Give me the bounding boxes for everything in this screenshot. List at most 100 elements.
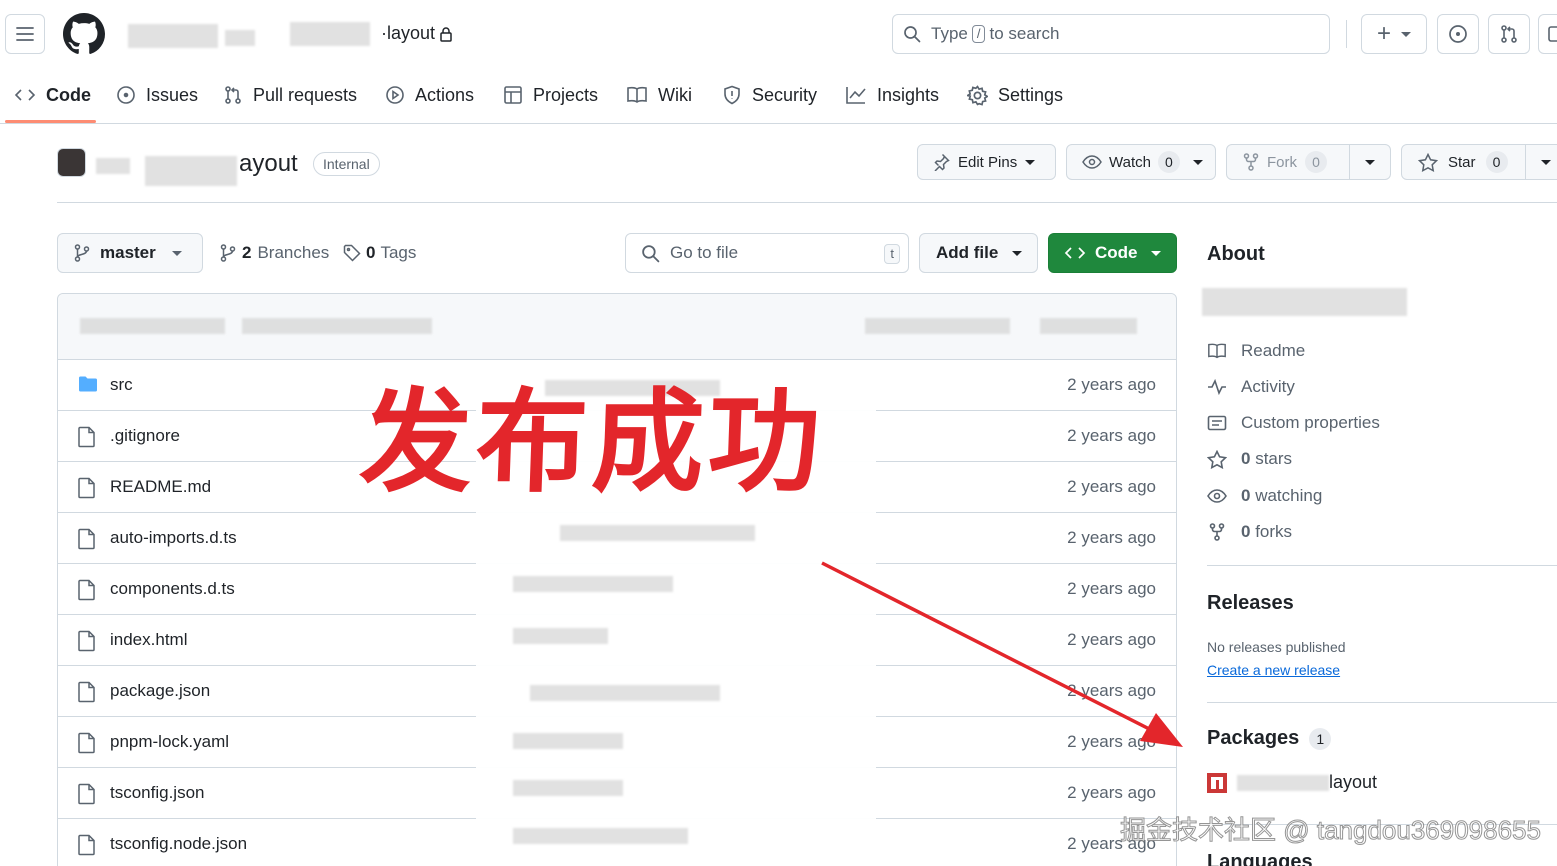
- file-name[interactable]: package.json: [110, 681, 210, 701]
- stars-label: stars: [1255, 449, 1293, 468]
- pull-requests-button[interactable]: [1488, 14, 1530, 54]
- file-name[interactable]: components.d.ts: [110, 579, 235, 599]
- add-file-button[interactable]: Add file: [919, 233, 1038, 273]
- packages-heading: Packages: [1207, 727, 1300, 749]
- watching-link[interactable]: 0 watching: [1207, 486, 1322, 506]
- tab-security[interactable]: Security: [722, 78, 817, 112]
- forks-link[interactable]: 0 forks: [1207, 522, 1292, 542]
- repo-breadcrumb[interactable]: ·layout: [381, 23, 453, 44]
- branches-link[interactable]: 2 Branches: [220, 243, 329, 263]
- search-input[interactable]: Type / to search: [892, 14, 1330, 54]
- activity-link[interactable]: Activity: [1207, 377, 1295, 397]
- releases-heading[interactable]: Releases: [1207, 592, 1294, 615]
- activity-label: Activity: [1241, 377, 1295, 396]
- file-name[interactable]: tsconfig.node.json: [110, 834, 247, 854]
- gear-icon: [967, 84, 988, 106]
- watermark: 掘金技术社区 @ tangdou369098655: [1120, 815, 1542, 846]
- commit-message-redacted-3: [513, 576, 673, 592]
- tab-settings-label: Settings: [998, 84, 1064, 105]
- sidebar-divider-1: [1207, 565, 1557, 566]
- github-logo[interactable]: [63, 13, 105, 55]
- tab-actions[interactable]: Actions: [385, 78, 474, 112]
- chevron-down-icon: [171, 250, 182, 256]
- pulse-icon: [1208, 378, 1226, 396]
- fork-label: Fork: [1267, 153, 1297, 171]
- commit-hash-redacted: [865, 318, 1010, 334]
- git-branch-icon: [74, 244, 90, 262]
- star-label: Star: [1448, 153, 1476, 171]
- pin-icon: [934, 153, 950, 171]
- book-icon: [1208, 343, 1226, 359]
- file-name[interactable]: index.html: [110, 630, 187, 650]
- commit-message-redacted-8: [513, 828, 688, 844]
- file-name[interactable]: src: [110, 375, 133, 395]
- readme-label: Readme: [1241, 341, 1306, 360]
- tab-issues[interactable]: Issues: [116, 78, 198, 112]
- file-name[interactable]: README.md: [110, 477, 211, 497]
- tab-settings[interactable]: Settings: [967, 78, 1063, 112]
- file-updated-time: 2 years ago: [1067, 375, 1156, 394]
- repo-title-redacted-2: [145, 156, 237, 186]
- readme-link[interactable]: Readme: [1207, 341, 1305, 361]
- file-updated-time: 2 years ago: [1067, 783, 1156, 802]
- success-headline-overlay: 发布成功: [357, 378, 827, 508]
- star-button[interactable]: Star 0: [1401, 144, 1526, 180]
- package-item[interactable]: layout: [1207, 772, 1377, 793]
- fork-dropdown-button[interactable]: [1349, 144, 1391, 180]
- tab-insights[interactable]: Insights: [845, 78, 939, 112]
- packages-heading-row[interactable]: Packages 1: [1207, 727, 1332, 750]
- repo-name-redacted: [290, 22, 370, 46]
- tab-pull-requests-label: Pull requests: [253, 84, 358, 105]
- commit-message-redacted-7: [513, 780, 623, 796]
- go-to-file-input[interactable]: Go to file t: [625, 233, 909, 273]
- file-name[interactable]: pnpm-lock.yaml: [110, 732, 229, 752]
- inbox-icon: [1548, 26, 1557, 42]
- file-icon: [78, 579, 95, 601]
- tab-projects[interactable]: Projects: [503, 78, 598, 112]
- tags-link[interactable]: 0 Tags: [343, 243, 416, 263]
- star-dropdown-button[interactable]: [1525, 144, 1557, 180]
- package-name-redacted: [1237, 774, 1329, 791]
- inbox-button[interactable]: [1538, 14, 1557, 54]
- issue-icon: [117, 86, 135, 104]
- repo-title[interactable]: ayout: [239, 150, 298, 178]
- tab-code[interactable]: Code: [14, 78, 91, 112]
- repo-forked-icon: [1243, 153, 1259, 171]
- fork-button[interactable]: Fork 0: [1226, 144, 1350, 180]
- commit-author-redacted: [80, 318, 225, 334]
- file-name[interactable]: auto-imports.d.ts: [110, 528, 237, 548]
- issues-button[interactable]: [1437, 14, 1479, 54]
- fork-count: 0: [1305, 151, 1327, 173]
- file-icon: [78, 528, 95, 550]
- pull-request-icon: [225, 86, 241, 104]
- file-updated-time: 2 years ago: [1067, 477, 1156, 496]
- tab-insights-label: Insights: [877, 84, 940, 105]
- chevron-down-icon: [1025, 159, 1036, 165]
- tab-issues-label: Issues: [146, 84, 199, 105]
- tab-wiki[interactable]: Wiki: [626, 78, 692, 112]
- create-new-button[interactable]: +: [1361, 14, 1427, 54]
- file-name[interactable]: .gitignore: [110, 426, 180, 446]
- sidebar-divider-2: [1207, 702, 1557, 703]
- commit-message-redacted-5: [530, 685, 720, 701]
- watching-label: watching: [1255, 486, 1323, 505]
- tags-label: Tags: [380, 243, 417, 262]
- custom-properties-link[interactable]: Custom properties: [1207, 413, 1380, 433]
- branch-name: master: [100, 243, 156, 262]
- menu-button[interactable]: [5, 14, 45, 54]
- branches-count: 2: [242, 243, 252, 262]
- edit-pins-button[interactable]: Edit Pins: [917, 144, 1056, 180]
- watch-button[interactable]: Watch 0: [1066, 144, 1216, 180]
- annotation-arrow: [821, 561, 1183, 747]
- code-button[interactable]: Code: [1048, 233, 1177, 273]
- owner-name-redacted-2: [225, 30, 255, 46]
- package-name: layout: [1329, 772, 1378, 792]
- file-name[interactable]: tsconfig.json: [110, 783, 205, 803]
- tab-pull-requests[interactable]: Pull requests: [223, 78, 357, 112]
- stars-link[interactable]: 0 stars: [1207, 449, 1292, 469]
- branch-selector[interactable]: master: [57, 233, 203, 273]
- create-release-link[interactable]: Create a new release: [1207, 662, 1340, 678]
- eye-icon: [1207, 489, 1227, 503]
- stars-count: 0: [1241, 449, 1251, 468]
- custom-properties-label: Custom properties: [1241, 413, 1380, 432]
